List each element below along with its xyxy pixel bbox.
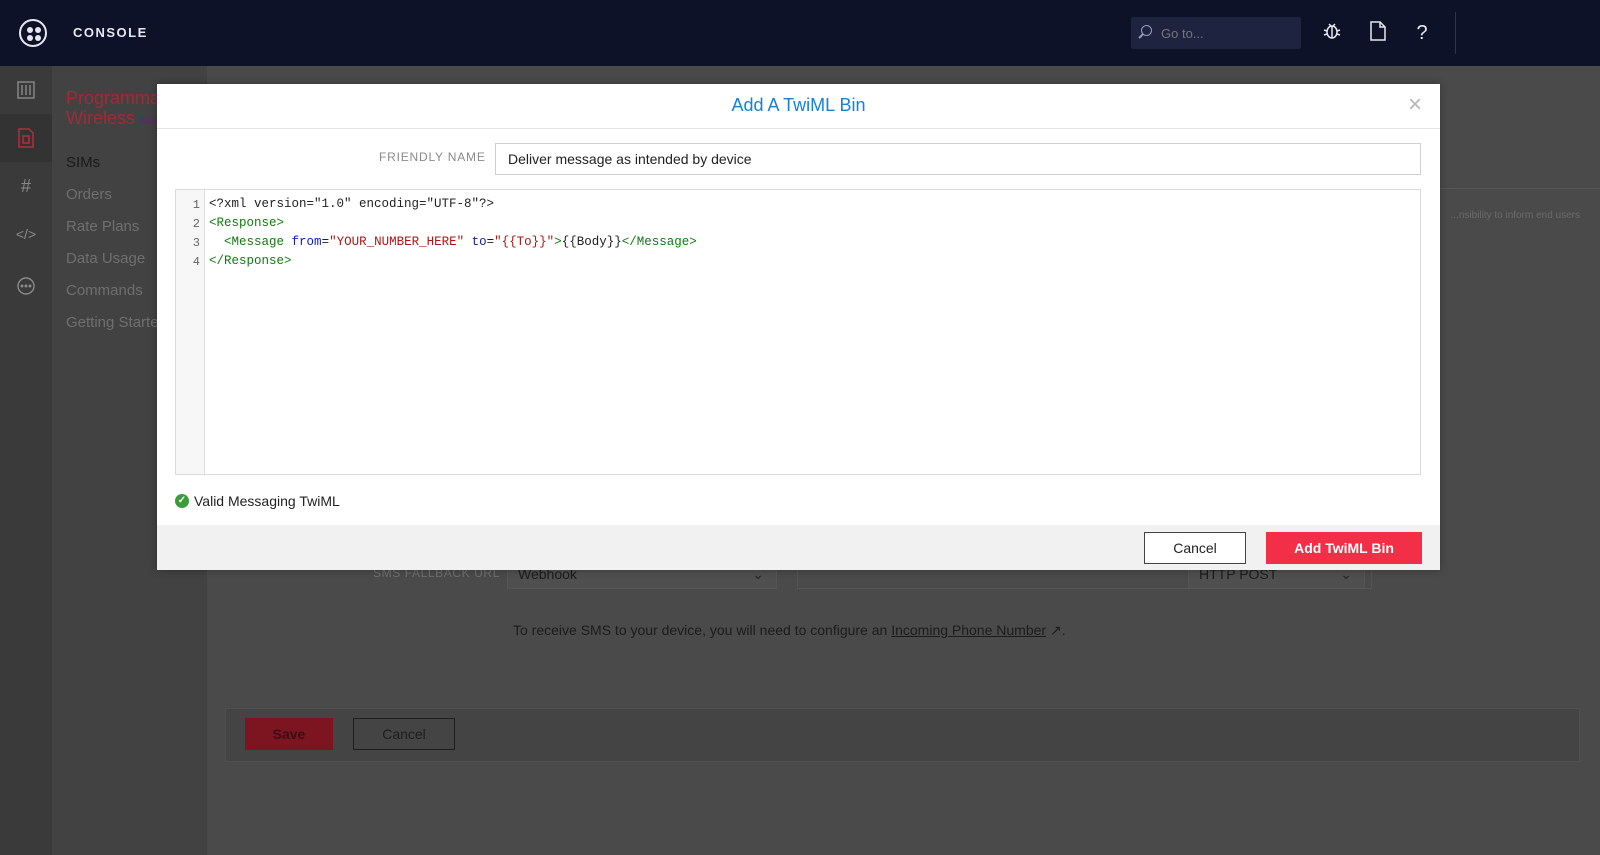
message-open-tag: <Message <box>224 235 285 249</box>
console-label: CONSOLE <box>73 25 148 40</box>
modal-title: Add A TwiML Bin <box>731 95 866 115</box>
check-circle-icon: ✓ <box>175 494 189 508</box>
sidebar-item-data-usage[interactable]: Data Usage <box>66 250 145 267</box>
sidebar-item-sims[interactable]: SIMs <box>66 154 100 171</box>
left-rail: # </> <box>0 66 52 855</box>
line-number: 2 <box>192 217 200 231</box>
modal-header: Add A TwiML Bin × <box>157 84 1440 129</box>
sidebar-item-rate-plans[interactable]: Rate Plans <box>66 218 139 235</box>
from-value: "YOUR_NUMBER_HERE" <box>329 235 465 249</box>
validation-status: ✓ Valid Messaging TwiML <box>175 493 340 509</box>
line-number-gutter: 1 2 3 4 <box>176 190 205 474</box>
goto-search-input[interactable] <box>1161 23 1291 43</box>
twilio-logo-icon[interactable] <box>19 19 47 47</box>
response-close-tag: </Response> <box>209 254 292 268</box>
hint-text: To receive SMS to your device, you will … <box>513 622 892 638</box>
to-value: "{{To}}" <box>494 235 555 249</box>
sim-icon[interactable] <box>0 114 52 162</box>
response-open-tag: <Response> <box>209 216 285 230</box>
code-icon[interactable]: </> <box>0 210 52 258</box>
external-link-icon: ↗. <box>1046 622 1066 638</box>
add-twiml-bin-button[interactable]: Add TwiML Bin <box>1266 532 1422 564</box>
tag-close-bracket: > <box>554 235 562 249</box>
goto-search[interactable] <box>1131 17 1301 49</box>
code-line-4: </Response> <box>209 254 292 268</box>
topbar-divider <box>1455 12 1456 54</box>
more-icon[interactable] <box>0 262 52 310</box>
sidebar-title-line2: Wireless <box>66 108 136 128</box>
cancel-button[interactable]: Cancel <box>353 718 455 750</box>
modal-footer: Cancel Add TwiML Bin <box>157 525 1440 570</box>
friendly-name-input[interactable] <box>495 143 1421 175</box>
code-line-2: <Response> <box>209 216 284 230</box>
sidebar-item-orders[interactable]: Orders <box>66 186 112 203</box>
validation-text: Valid Messaging TwiML <box>194 493 340 509</box>
truncated-notice: ...nsibility to inform end users <box>1450 210 1581 221</box>
message-close-tag: </Message> <box>621 235 697 249</box>
close-icon[interactable]: × <box>1404 93 1426 117</box>
from-attr: from <box>291 235 322 249</box>
line-number: 4 <box>192 255 200 269</box>
sidebar-item-getting-started[interactable]: Getting Started <box>66 314 167 331</box>
body-placeholder: {{Body}} <box>561 235 622 249</box>
save-button[interactable]: Save <box>245 718 333 750</box>
dashboard-icon[interactable] <box>0 66 52 114</box>
debugger-icon[interactable] <box>1320 20 1344 46</box>
search-icon <box>1141 25 1152 36</box>
friendly-name-label: FRIENDLY NAME <box>379 150 486 164</box>
line-number: 1 <box>192 198 200 212</box>
code-line-1: <?xml version="1.0" encoding="UTF-8"?> <box>209 197 495 211</box>
incoming-phone-number-link[interactable]: Incoming Phone Number <box>891 622 1046 638</box>
equals-sign: = <box>321 235 330 249</box>
code-line-3: <Message from="YOUR_NUMBER_HERE" to="{{T… <box>209 235 697 249</box>
docs-icon[interactable] <box>1366 20 1390 46</box>
incoming-number-hint: To receive SMS to your device, you will … <box>513 622 1066 639</box>
help-icon[interactable]: ? <box>1410 20 1434 46</box>
sidebar-item-commands[interactable]: Commands <box>66 282 143 299</box>
twiml-code-editor[interactable]: 1 2 3 4 <?xml version="1.0" encoding="UT… <box>175 189 1421 475</box>
modal-cancel-button[interactable]: Cancel <box>1144 532 1246 564</box>
hash-icon[interactable]: # <box>0 162 52 210</box>
top-bar: CONSOLE ? <box>0 0 1600 66</box>
line-number: 3 <box>192 236 200 250</box>
add-twiml-bin-modal: Add A TwiML Bin × FRIENDLY NAME 1 2 3 4 … <box>157 84 1440 570</box>
to-attr: to <box>471 235 487 249</box>
